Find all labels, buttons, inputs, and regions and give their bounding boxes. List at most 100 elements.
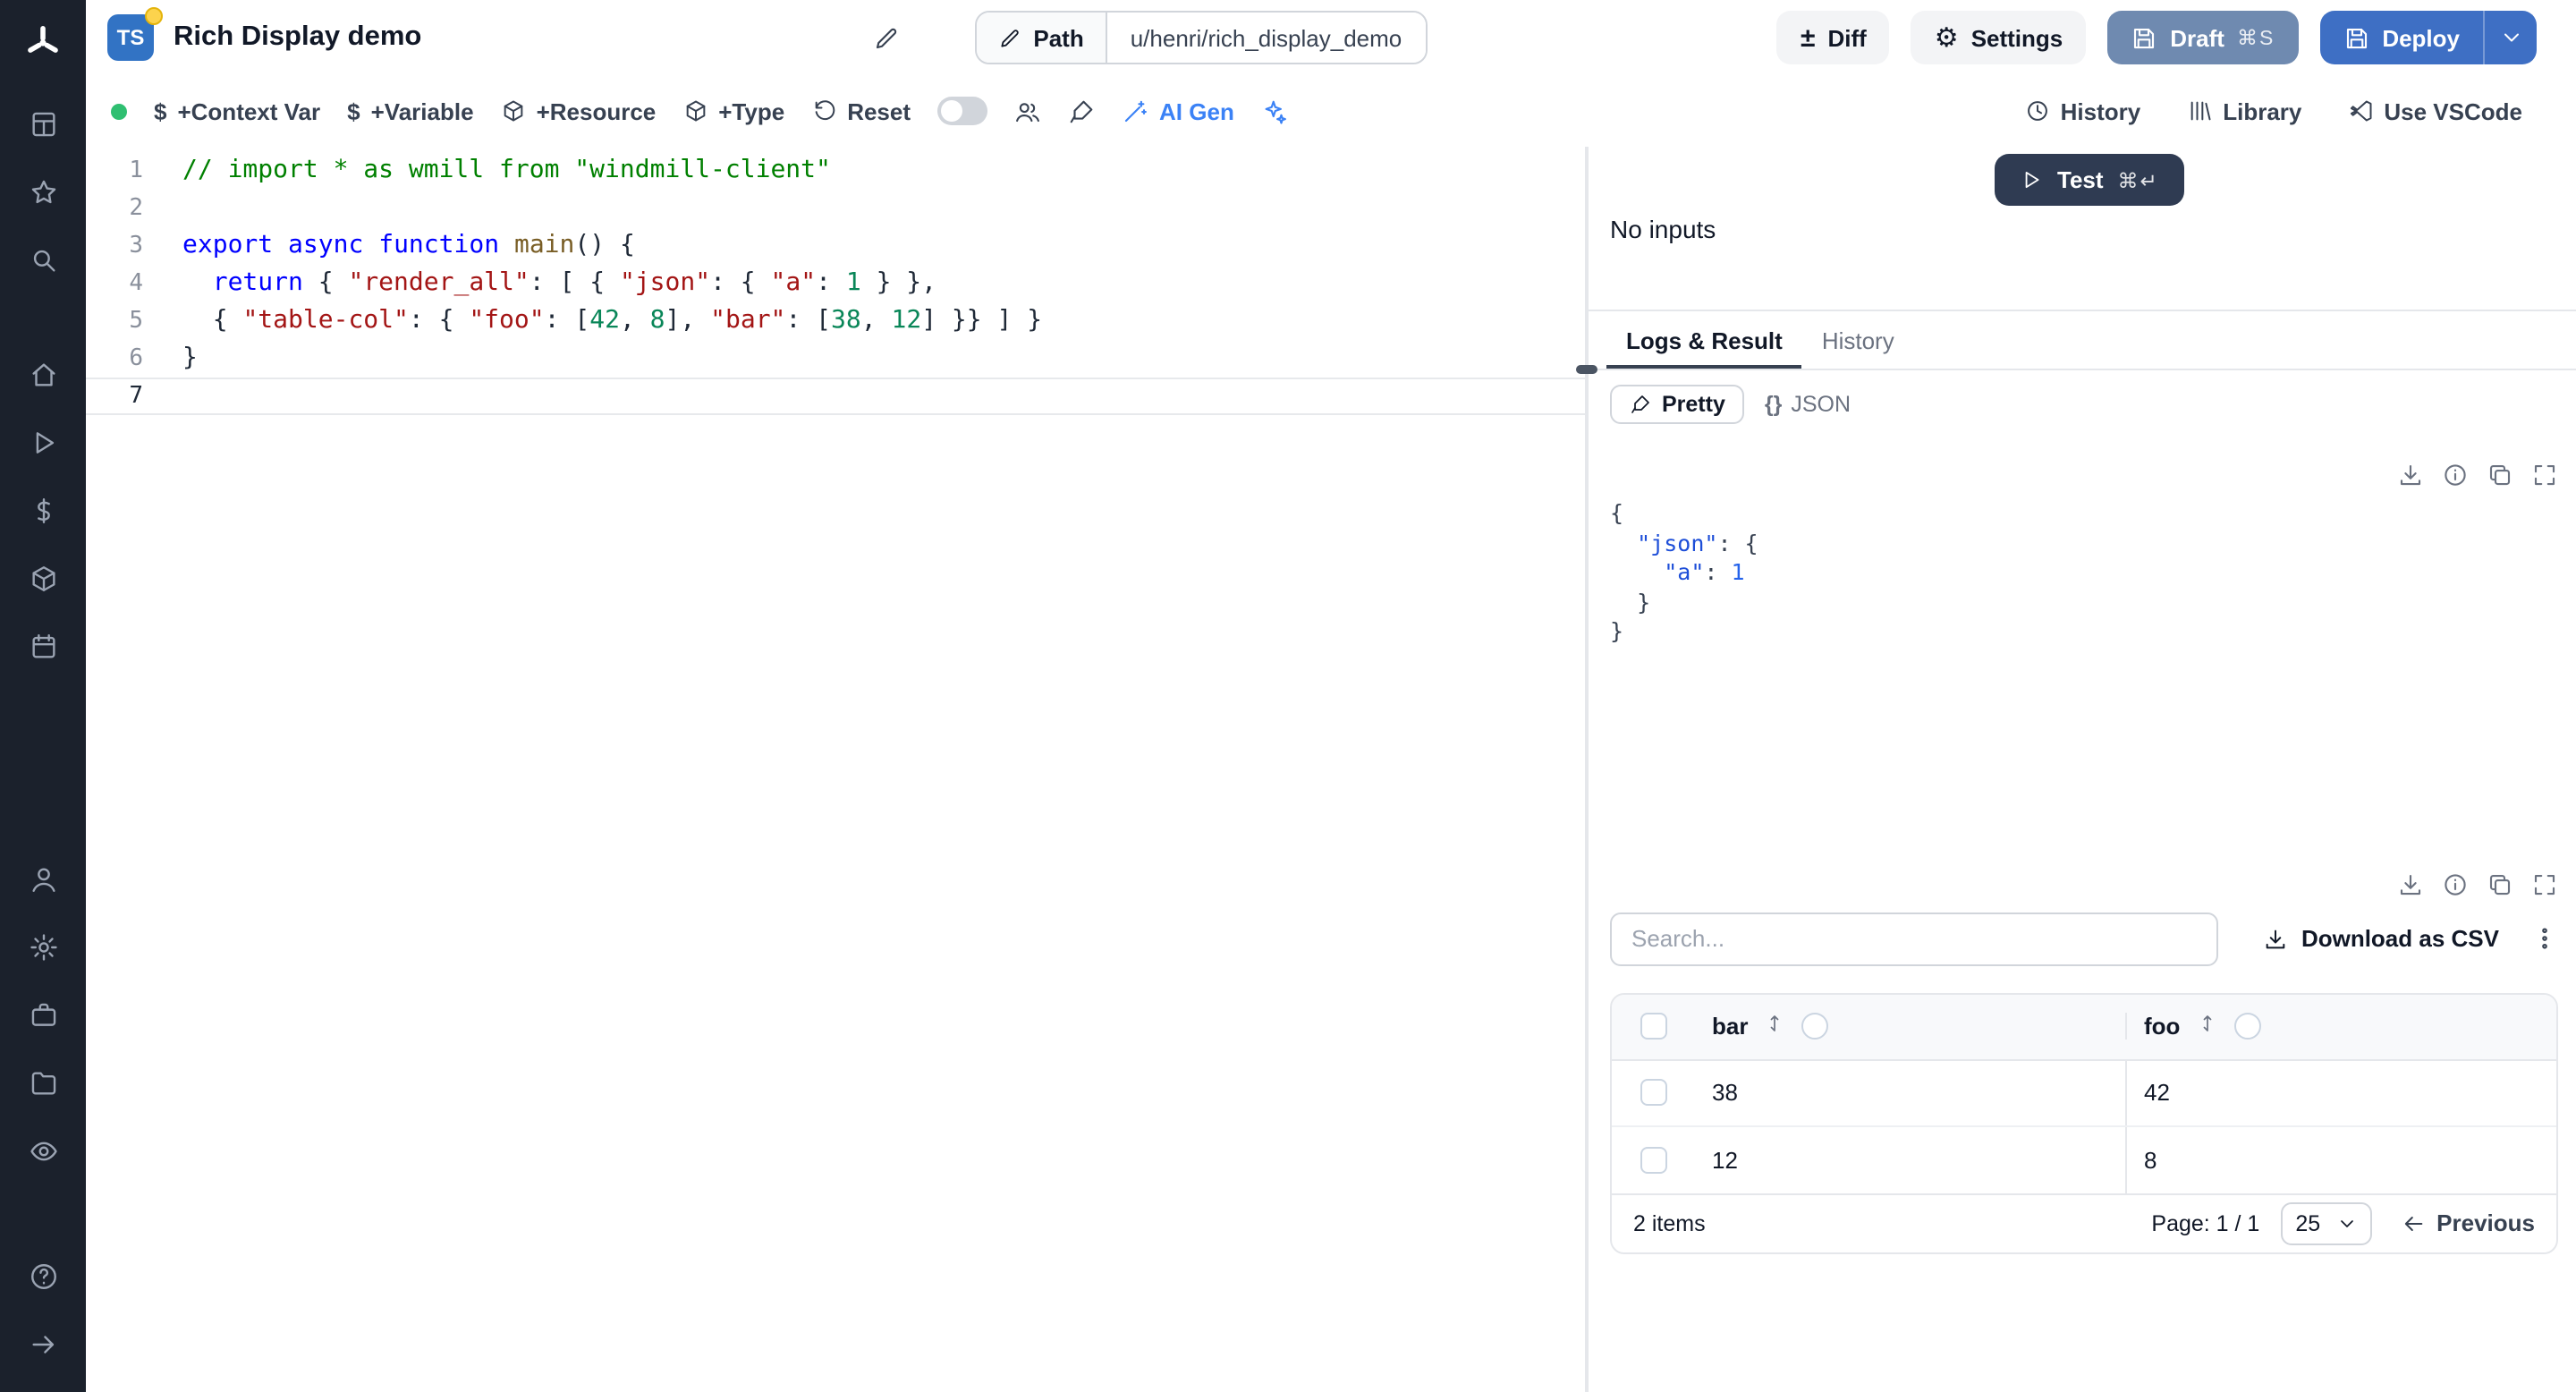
collaborators-button[interactable] <box>1014 98 1041 124</box>
diff-button[interactable]: ± Diff <box>1776 11 1890 64</box>
main-area: TS Rich Display demo Path u/henri/rich_d… <box>86 0 2576 1392</box>
add-variable-button[interactable]: $ +Variable <box>347 98 473 124</box>
tab-history[interactable]: History <box>1802 311 1914 369</box>
folders-icon[interactable] <box>13 1052 73 1113</box>
pretty-label: Pretty <box>1662 392 1725 417</box>
search-icon[interactable] <box>13 229 73 290</box>
result-view-switch: Pretty {} JSON <box>1610 385 1865 424</box>
sparkles-icon <box>1261 98 1288 124</box>
variables-icon[interactable] <box>13 480 73 540</box>
expand-icon[interactable] <box>2531 462 2558 488</box>
info-icon[interactable] <box>2442 462 2469 488</box>
use-vscode-button[interactable]: Use VSCode <box>2348 98 2522 124</box>
resources-icon[interactable] <box>13 547 73 608</box>
dollar-icon: $ <box>154 98 167 124</box>
typescript-badge-label: TS <box>116 25 145 50</box>
page-size-select[interactable]: 25 <box>2281 1201 2373 1244</box>
topbar: TS Rich Display demo Path u/henri/rich_d… <box>86 0 2576 75</box>
code-text: { "table-col": { "foo": [42, 8], "bar": … <box>182 306 1043 335</box>
add-type-button[interactable]: +Type <box>682 98 784 124</box>
code-line[interactable]: 6} <box>86 340 1585 378</box>
code-line[interactable]: 2 <box>86 190 1585 227</box>
table-menu-button[interactable] <box>2531 925 2558 952</box>
code-line[interactable]: 3 export async function main() { <box>86 227 1585 265</box>
column-toggle-checkbox[interactable] <box>1801 1013 1829 1040</box>
content: 1 // import * as wmill from "windmill-cli… <box>86 147 2576 1392</box>
previous-page-button[interactable]: Previous <box>2401 1210 2535 1236</box>
code-line[interactable]: 5 { "table-col": { "foo": [42, 8], "bar"… <box>86 302 1585 340</box>
edit-summary-button[interactable] <box>872 24 899 51</box>
settings-button[interactable]: ⚙ Settings <box>1911 11 2087 64</box>
info-icon[interactable] <box>2442 870 2469 897</box>
audit-logs-icon[interactable] <box>13 1120 73 1181</box>
row-checkbox[interactable] <box>1640 1146 1666 1173</box>
path-value[interactable]: u/henri/rich_display_demo <box>1106 13 1426 63</box>
add-variable-label: +Variable <box>370 98 474 124</box>
previous-label: Previous <box>2436 1210 2535 1236</box>
runs-icon[interactable] <box>13 412 73 472</box>
library-button[interactable]: Library <box>2187 98 2301 124</box>
ai-sparkles-button[interactable] <box>1261 98 1288 124</box>
download-icon[interactable] <box>2397 870 2424 897</box>
test-button[interactable]: Test ⌘↵ <box>1995 154 2184 206</box>
workers-icon[interactable] <box>13 984 73 1045</box>
column-toggle-checkbox[interactable] <box>2233 1013 2261 1040</box>
tab-logs-result[interactable]: Logs & Result <box>1606 311 1802 369</box>
table-result-actions <box>1610 870 2558 897</box>
add-context-var-button[interactable]: $ +Context Var <box>154 98 320 124</box>
pretty-view-button[interactable]: Pretty <box>1610 385 1745 424</box>
result-body: Pretty {} JSON { "json": { "a": 1}} Se… <box>1589 370 2576 1392</box>
result-tabs: Logs & Result History <box>1589 311 2576 370</box>
download-icon[interactable] <box>2397 462 2424 488</box>
sort-icon[interactable] <box>2196 1013 2217 1040</box>
code-line[interactable]: 7 <box>86 378 1585 415</box>
json-view-button[interactable]: {} JSON <box>1750 386 1865 422</box>
history-button[interactable]: History <box>2025 98 2140 124</box>
help-icon[interactable] <box>13 1245 73 1306</box>
panel-splitter[interactable] <box>1576 147 1597 1392</box>
toolbar-right: History Library Use VSCode <box>2025 98 2522 124</box>
windmill-logo[interactable] <box>18 18 68 68</box>
page-indicator: Page: 1 / 1 <box>2151 1210 2260 1235</box>
copy-icon[interactable] <box>2487 870 2513 897</box>
expand-icon[interactable] <box>2531 870 2558 897</box>
add-resource-button[interactable]: +Resource <box>501 98 656 124</box>
topbar-actions: ± Diff ⚙ Settings Draft ⌘S Deploy <box>1776 11 2537 64</box>
chevron-down-icon <box>2498 25 2523 50</box>
kebab-icon <box>2531 925 2558 952</box>
deploy-button[interactable]: Deploy <box>2319 11 2483 64</box>
json-line: } <box>1610 588 1651 615</box>
draft-shortcut: ⌘S <box>2236 29 2275 50</box>
sort-icon[interactable] <box>1764 1013 1785 1040</box>
home-icon[interactable] <box>13 344 73 404</box>
typescript-badge: TS <box>107 7 163 61</box>
reset-label: Reset <box>847 98 911 124</box>
json-line: } <box>1610 617 1624 644</box>
row-checkbox[interactable] <box>1640 1079 1666 1106</box>
collab-toggle[interactable] <box>937 97 988 125</box>
settings-icon[interactable] <box>13 916 73 977</box>
reset-button[interactable]: Reset <box>811 98 911 124</box>
favorites-icon[interactable] <box>13 161 73 222</box>
download-csv-button[interactable]: Download as CSV <box>2264 925 2499 952</box>
format-button[interactable] <box>1068 98 1095 124</box>
copy-icon[interactable] <box>2487 462 2513 488</box>
sidebar <box>0 0 86 1392</box>
table-controls: Download as CSV <box>1610 912 2558 965</box>
ai-gen-button[interactable]: AI Gen <box>1122 98 1234 124</box>
select-all-cell <box>1612 1013 1694 1040</box>
deploy-options-button[interactable] <box>2483 11 2537 64</box>
code-line[interactable]: 1 // import * as wmill from "windmill-cli… <box>86 152 1585 190</box>
schedules-icon[interactable] <box>13 615 73 676</box>
code-editor[interactable]: 1 // import * as wmill from "windmill-cli… <box>86 147 1585 1392</box>
select-all-checkbox[interactable] <box>1640 1013 1666 1040</box>
table-search-input[interactable] <box>1610 912 2218 965</box>
collapse-sidebar-icon[interactable] <box>13 1313 73 1374</box>
apps-icon[interactable] <box>13 93 73 154</box>
draft-button[interactable]: Draft ⌘S <box>2107 11 2299 64</box>
run-panel-top: Test ⌘↵ No inputs <box>1589 147 2576 311</box>
add-context-var-label: +Context Var <box>177 98 321 124</box>
edit-path-button[interactable]: Path <box>976 13 1107 63</box>
users-icon[interactable] <box>13 848 73 909</box>
code-line[interactable]: 4 return { "render_all": [ { "json": { "… <box>86 265 1585 302</box>
